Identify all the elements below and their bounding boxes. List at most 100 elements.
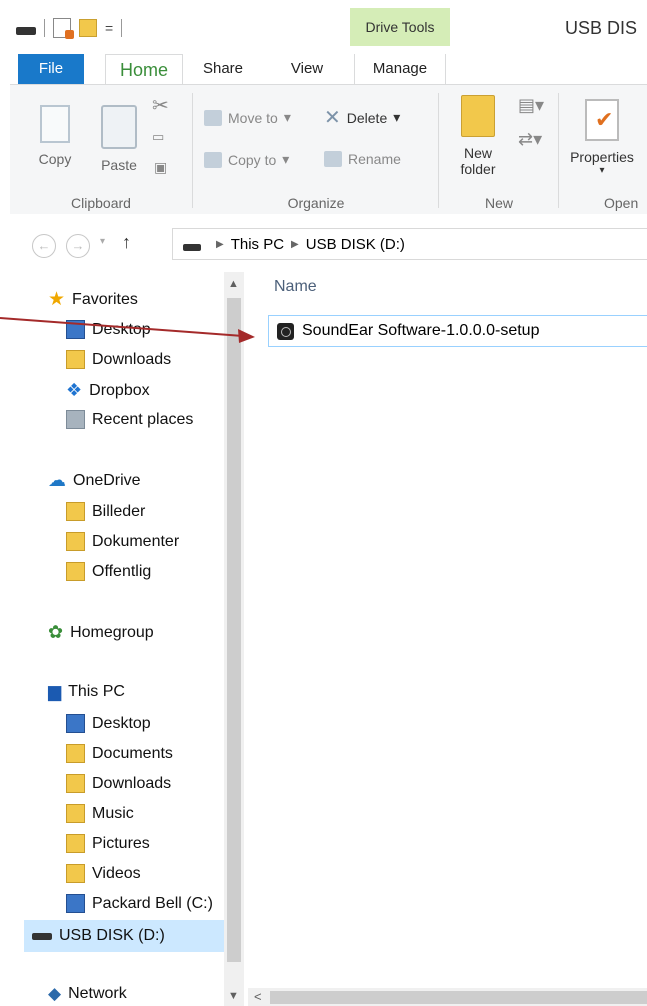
nav-pc-desktop[interactable]: Desktop [66,714,151,733]
copy-to-icon [204,151,222,168]
open-group: Properties ▾ Open [560,85,647,215]
paste-icon [101,105,137,149]
group-divider [192,93,193,208]
back-button[interactable]: ← [32,234,56,258]
windows-drive-icon [66,894,85,913]
nav-label: OneDrive [73,471,141,489]
new-group: New folder ▤▾ ⇄▾ New [440,85,558,215]
nav-pc-pictures[interactable]: Pictures [66,834,150,853]
tab-file[interactable]: File [18,54,84,84]
cut-icon[interactable]: ✂ [152,93,169,118]
recent-locations-dropdown[interactable]: ▾ [100,236,105,247]
nav-vertical-scrollbar[interactable]: ▲ ▼ [224,272,244,1006]
homegroup-icon: ✿ [48,622,64,642]
open-group-label: Open [604,195,639,211]
tab-manage[interactable]: Manage [354,54,446,84]
nav-pc-usb-disk[interactable]: USB DISK (D:) [24,920,232,952]
nav-pc-downloads[interactable]: Downloads [66,774,171,793]
delete-button[interactable]: ✕ Delete ▾ [324,108,400,128]
column-header-name[interactable]: Name [274,278,317,296]
ribbon-tabs: File Home Share View Manage [10,54,647,85]
chevron-right-icon: ▶ [216,238,224,250]
new-folder-button[interactable]: New folder [448,95,508,177]
new-item-icon[interactable]: ▤▾ [518,95,544,116]
tab-view[interactable]: View [282,54,332,84]
onedrive-icon: ☁ [48,470,66,490]
nav-label: Documents [92,744,173,762]
copy-to-button[interactable]: Copy to ▾ [204,151,289,168]
easy-access-icon[interactable]: ⇄▾ [518,129,542,150]
group-divider [558,93,559,208]
drive-icon [16,27,36,35]
breadcrumb-usb-disk[interactable]: USB DISK (D:) [306,236,405,253]
content-horizontal-scrollbar[interactable]: < [248,988,647,1006]
paste-shortcut-icon[interactable]: ▣ [154,159,167,176]
nav-label: Packard Bell (C:) [92,894,213,912]
quick-access-toolbar: = [16,18,123,39]
nav-pc-videos[interactable]: Videos [66,864,141,883]
breadcrumb-this-pc[interactable]: This PC [231,236,284,253]
desktop-icon [66,714,85,733]
qat-divider [44,19,45,37]
tab-home[interactable]: Home [105,54,183,85]
nav-fav-desktop[interactable]: Desktop [66,320,151,339]
nav-pc-packard-bell[interactable]: Packard Bell (C:) [66,894,213,913]
desktop-icon [66,320,85,339]
file-row[interactable]: SoundEar Software-1.0.0.0-setup [268,315,647,347]
folder-icon [66,532,85,551]
scroll-left-icon[interactable]: < [254,989,262,1004]
scroll-thumb[interactable] [227,298,241,962]
recent-places-icon [66,410,85,429]
copy-path-icon[interactable]: ▭ [152,129,164,145]
nav-onedrive-offentlig[interactable]: Offentlig [66,562,151,581]
nav-onedrive-dokumenter[interactable]: Dokumenter [66,532,179,551]
forward-button[interactable]: → [66,234,90,258]
dropbox-icon: ❖ [66,380,83,400]
nav-label: This PC [68,683,125,700]
nav-pc-documents[interactable]: Documents [66,744,173,763]
nav-onedrive[interactable]: ☁ OneDrive [48,470,141,491]
rename-button[interactable]: Rename [324,151,401,167]
clipboard-group-label: Clipboard [71,195,131,211]
paste-button[interactable]: Paste [94,105,144,173]
organize-group-label: Organize [287,195,345,211]
window-title: USB DIS [565,18,638,38]
nav-fav-recent-places[interactable]: Recent places [66,410,193,429]
nav-label: Favorites [72,290,138,308]
new-folder-qat-icon[interactable] [79,19,97,37]
navigation-pane: ★ Favorites Desktop Downloads ❖ Dropbox … [10,272,248,1006]
move-to-label: Move to [228,109,278,126]
scroll-up-icon[interactable]: ▲ [228,278,239,290]
up-button[interactable]: ↑ [122,232,131,253]
properties-button[interactable]: Properties ▾ [560,99,644,176]
title-bar: = Drive Tools USB DIS [10,0,647,54]
chevron-right-icon: ▶ [291,238,299,250]
new-group-label: New [484,195,513,211]
nav-this-pc[interactable]: ▆ This PC [48,682,125,702]
nav-network[interactable]: ◆ Network [48,984,127,1004]
nav-homegroup[interactable]: ✿ Homegroup [48,622,154,643]
scroll-down-icon[interactable]: ▼ [228,990,239,1002]
nav-label: Recent places [92,410,194,428]
nav-onedrive-billeder[interactable]: Billeder [66,502,145,521]
copy-to-label: Copy to [228,151,277,168]
properties-qat-icon[interactable] [53,18,74,39]
downloads-folder-icon [66,350,85,369]
customize-qat-icon[interactable]: = [105,20,113,36]
nav-favorites[interactable]: ★ Favorites [48,288,138,311]
copy-button[interactable]: Copy [30,101,80,167]
nav-label: Network [68,985,127,1002]
properties-icon [585,99,619,141]
rename-label: Rename [348,151,401,167]
documents-icon [66,744,85,763]
nav-pc-music[interactable]: Music [66,804,134,823]
network-icon: ◆ [48,984,62,1003]
address-bar[interactable]: ▶ This PC ▶ USB DISK (D:) [172,228,647,260]
scroll-thumb[interactable] [270,991,647,1004]
tab-share[interactable]: Share [198,54,248,84]
move-to-button[interactable]: Move to ▾ [204,109,291,126]
move-to-icon [204,109,222,126]
copy-label: Copy [38,151,72,167]
nav-fav-dropbox[interactable]: ❖ Dropbox [66,380,150,401]
nav-fav-downloads[interactable]: Downloads [66,350,171,369]
